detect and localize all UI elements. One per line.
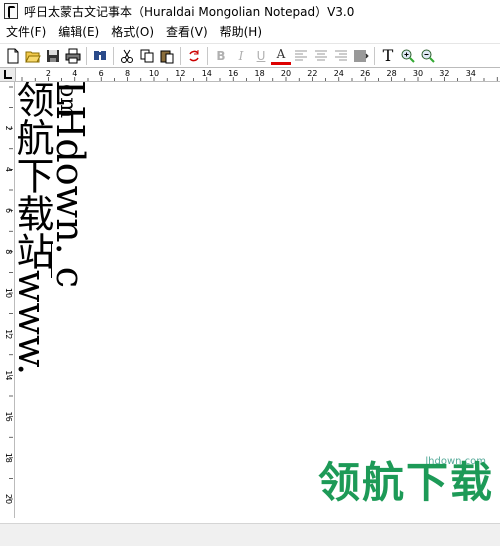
ruler-label: 22	[307, 69, 317, 78]
ruler-label: 12	[175, 69, 185, 78]
app-icon	[4, 3, 18, 19]
print-icon[interactable]	[63, 46, 83, 66]
text-cursor	[51, 242, 52, 278]
toolbar: B I U A T	[0, 43, 500, 67]
toolbar-separator	[86, 46, 87, 65]
watermark-logo: lhdown.com 领航下载	[314, 456, 494, 510]
ruler-label: 8	[125, 69, 130, 78]
title-bar: 呼日太蒙古文记事本（Huraldai Mongolian Notepad）V3.…	[0, 0, 500, 22]
save-icon[interactable]	[43, 46, 63, 66]
menu-format[interactable]: 格式(O)	[105, 22, 160, 42]
menu-file[interactable]: 文件(F)	[0, 22, 52, 42]
cut-icon[interactable]	[117, 46, 137, 66]
rotate-icon[interactable]	[184, 46, 204, 66]
ruler-label: 24	[334, 69, 344, 78]
vruler-label: 16	[4, 412, 13, 422]
ruler-label: 6	[99, 69, 104, 78]
document-text-column-2[interactable]: 领航下载站www. LHdown. c	[15, 82, 92, 518]
ruler-label: 2	[46, 69, 51, 78]
ruler-label: 26	[360, 69, 370, 78]
align-left-icon[interactable]	[291, 46, 311, 66]
vruler-label: 20	[4, 494, 13, 504]
ruler-scale: 2 4 6 8 10 12 14 16 18 20 22 24 26 28 30 32 34	[21, 69, 498, 81]
vruler-label: 2	[4, 126, 13, 131]
toolbar-separator	[374, 46, 375, 65]
find-icon[interactable]	[90, 46, 110, 66]
bold-icon[interactable]: B	[211, 46, 231, 66]
ruler-label: 34	[466, 69, 476, 78]
document-canvas[interactable]: om 领航下载站www. LHdown. c lhdown.com 领航下载	[15, 82, 500, 518]
justify-icon[interactable]	[351, 46, 371, 66]
underline-icon[interactable]: U	[251, 46, 271, 66]
watermark-text: 领航下载	[317, 458, 494, 507]
font-color-icon[interactable]: A	[271, 46, 291, 65]
vruler-label: 14	[4, 370, 13, 380]
ruler-label: 18	[255, 69, 265, 78]
paste-icon[interactable]	[157, 46, 177, 66]
open-folder-icon[interactable]	[23, 46, 43, 66]
vruler-label: 8	[4, 249, 13, 254]
vruler-label: 10	[4, 288, 13, 298]
ruler-label: 4	[72, 69, 77, 78]
ruler-label: 10	[149, 69, 159, 78]
vertical-ruler: 2 4 6 8 10 12 14 16 18 20	[0, 82, 15, 518]
vruler-label: 6	[4, 208, 13, 213]
vruler-label: 4	[4, 167, 13, 172]
vruler-label: 18	[4, 453, 13, 463]
zoom-out-icon[interactable]	[418, 46, 438, 66]
toolbar-separator	[207, 46, 208, 65]
horizontal-ruler: 2 4 6 8 10 12 14 16 18 20 22 24 26 28 30 32 34	[0, 67, 500, 82]
menu-view[interactable]: 查看(V)	[160, 22, 214, 42]
zoom-in-icon[interactable]	[398, 46, 418, 66]
ruler-label: 30	[413, 69, 423, 78]
toolbar-separator	[113, 46, 114, 65]
status-bar	[0, 523, 500, 546]
new-file-icon[interactable]	[3, 46, 23, 66]
vertical-ruler-scale: 2 4 6 8 10 12 14 16 18 20	[4, 86, 13, 504]
toolbar-separator	[180, 46, 181, 65]
window-title: 呼日太蒙古文记事本（Huraldai Mongolian Notepad）V3.…	[24, 4, 355, 19]
ruler-label: 16	[228, 69, 238, 78]
copy-icon[interactable]	[137, 46, 157, 66]
ruler-label: 32	[439, 69, 449, 78]
menu-bar: 文件(F) 编辑(E) 格式(O) 查看(V) 帮助(H)	[0, 22, 500, 42]
ruler-label: 28	[387, 69, 397, 78]
align-right-icon[interactable]	[331, 46, 351, 66]
text-icon[interactable]: T	[378, 46, 398, 66]
ruler-label: 20	[281, 69, 291, 78]
vruler-label: 12	[4, 329, 13, 339]
align-center-icon[interactable]	[311, 46, 331, 66]
menu-help[interactable]: 帮助(H)	[214, 22, 268, 42]
italic-icon[interactable]: I	[231, 46, 251, 66]
menu-edit[interactable]: 编辑(E)	[52, 22, 105, 42]
ruler-label: 14	[202, 69, 212, 78]
